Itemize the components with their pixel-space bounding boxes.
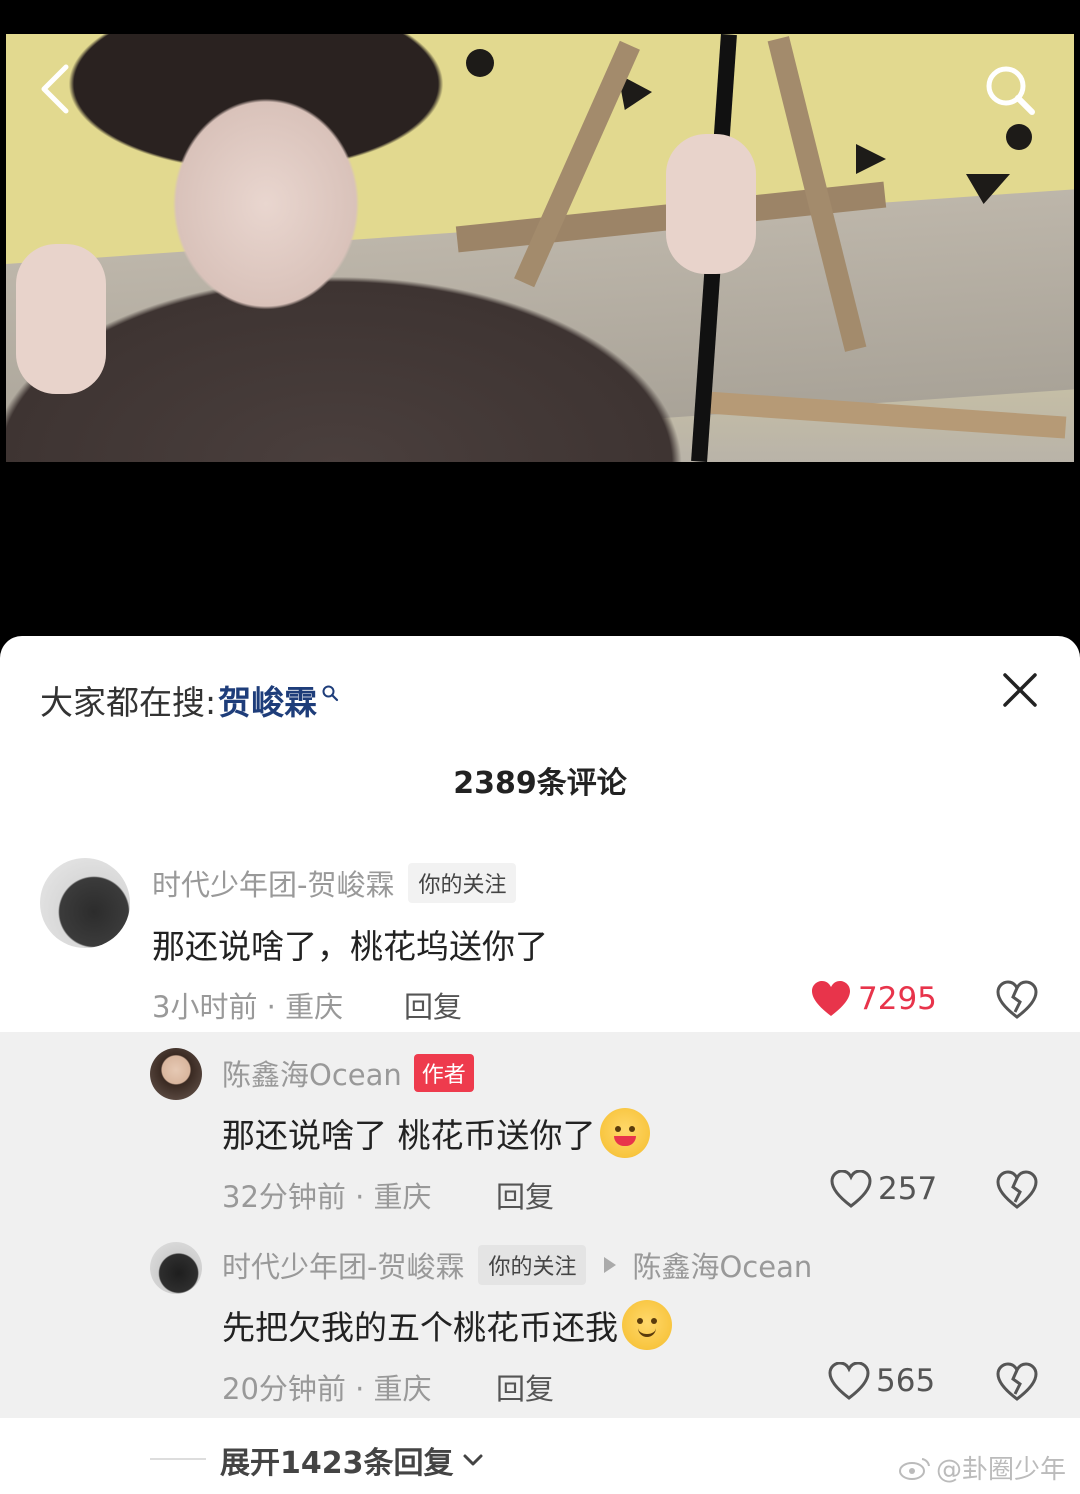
dislike-icon[interactable] (996, 1362, 1038, 1402)
reply-username-row: 时代少年团-贺峻霖 你的关注 陈鑫海Ocean (222, 1244, 812, 1286)
video-player[interactable] (0, 0, 1080, 636)
heart-outline-icon (830, 1170, 872, 1208)
person-hand (16, 244, 106, 394)
reply-button[interactable]: 回复 (496, 1174, 554, 1216)
avatar[interactable] (150, 1048, 202, 1100)
comment-time-location: 3小时前 · 重庆 (152, 990, 344, 1024)
comment-count: 2389条评论 (453, 766, 627, 801)
video-frame (6, 34, 1074, 462)
reply-to-username[interactable]: 陈鑫海Ocean (632, 1244, 812, 1286)
watermark: @卦圈少年 (898, 1449, 1066, 1486)
following-badge: 你的关注 (478, 1245, 587, 1285)
reply-button[interactable]: 回复 (404, 984, 462, 1026)
reply-time-location: 32分钟前 · 重庆 (222, 1180, 432, 1214)
dislike-icon[interactable] (996, 980, 1038, 1020)
divider-line (150, 1458, 206, 1460)
comment-item: 时代少年团-贺峻霖 你的关注 那还说啥了，桃花坞送你了 3小时前 · 重庆 回复… (0, 846, 1080, 1032)
reply-username[interactable]: 陈鑫海Ocean (222, 1052, 402, 1094)
reply-text: 先把欠我的五个桃花币还我 (222, 1308, 618, 1347)
comment-username-row: 时代少年团-贺峻霖 你的关注 (152, 862, 517, 904)
person-hand (666, 134, 756, 274)
avatar[interactable] (40, 858, 130, 948)
reply-text: 那还说啥了 桃花币送你了 (222, 1116, 596, 1155)
search-icon[interactable] (982, 62, 1038, 118)
chevron-down-icon (463, 1454, 482, 1466)
like-button[interactable]: 7295 (810, 980, 937, 1018)
hugging-emoji-icon (599, 1108, 650, 1158)
chevron-left-icon[interactable] (40, 64, 70, 114)
reply-item: 陈鑫海Ocean 作者 那还说啥了 桃花币送你了 32分钟前 · 重庆 回复 2… (0, 1032, 1080, 1224)
reply-text-row: 那还说啥了 桃花币送你了 (222, 1108, 650, 1158)
dislike-icon[interactable] (996, 1170, 1038, 1210)
following-badge: 你的关注 (408, 863, 517, 903)
like-count: 7295 (858, 981, 937, 1017)
trending-prefix: 大家都在搜: (40, 683, 217, 722)
close-icon[interactable] (1000, 670, 1040, 710)
trending-keyword[interactable]: 贺峻霖 (218, 676, 317, 724)
comment-username[interactable]: 时代少年团-贺峻霖 (152, 862, 394, 904)
wall-dot (1006, 124, 1032, 150)
reply-username-row: 陈鑫海Ocean 作者 (222, 1052, 474, 1094)
like-button[interactable]: 257 (830, 1170, 937, 1208)
trending-search[interactable]: 大家都在搜: 贺峻霖 (40, 676, 339, 724)
heart-outline-icon (828, 1362, 870, 1400)
like-count: 565 (876, 1363, 936, 1399)
avatar[interactable] (150, 1242, 202, 1294)
comment-panel: 大家都在搜: 贺峻霖 2389条评论 时代少年团-贺峻霖 你的关注 那还说啥了，… (0, 636, 1080, 1494)
reply-button[interactable]: 回复 (496, 1366, 554, 1408)
reply-list: 陈鑫海Ocean 作者 那还说啥了 桃花币送你了 32分钟前 · 重庆 回复 2… (0, 1032, 1080, 1418)
watermark-text: @卦圈少年 (935, 1455, 1066, 1485)
author-badge: 作者 (413, 1054, 474, 1092)
comment-text: 那还说啥了，桃花坞送你了 (152, 927, 548, 966)
expand-replies-row[interactable]: 展开1423条回复 (220, 1438, 484, 1482)
reply-time-location: 20分钟前 · 重庆 (222, 1372, 432, 1406)
heart-filled-icon (812, 981, 850, 1016)
reply-to-arrow-icon (604, 1257, 617, 1273)
reply-username[interactable]: 时代少年团-贺峻霖 (222, 1244, 464, 1286)
smile-emoji-icon (622, 1300, 672, 1350)
expand-replies-label: 展开1423条回复 (220, 1446, 454, 1481)
reply-text-row: 先把欠我的五个桃花币还我 (222, 1300, 672, 1350)
like-count: 257 (878, 1171, 938, 1207)
weibo-logo-icon (898, 1457, 930, 1480)
reply-item: 时代少年团-贺峻霖 你的关注 陈鑫海Ocean 先把欠我的五个桃花币还我 20分… (0, 1224, 1080, 1418)
search-small-icon (322, 685, 339, 702)
like-button[interactable]: 565 (828, 1362, 935, 1400)
